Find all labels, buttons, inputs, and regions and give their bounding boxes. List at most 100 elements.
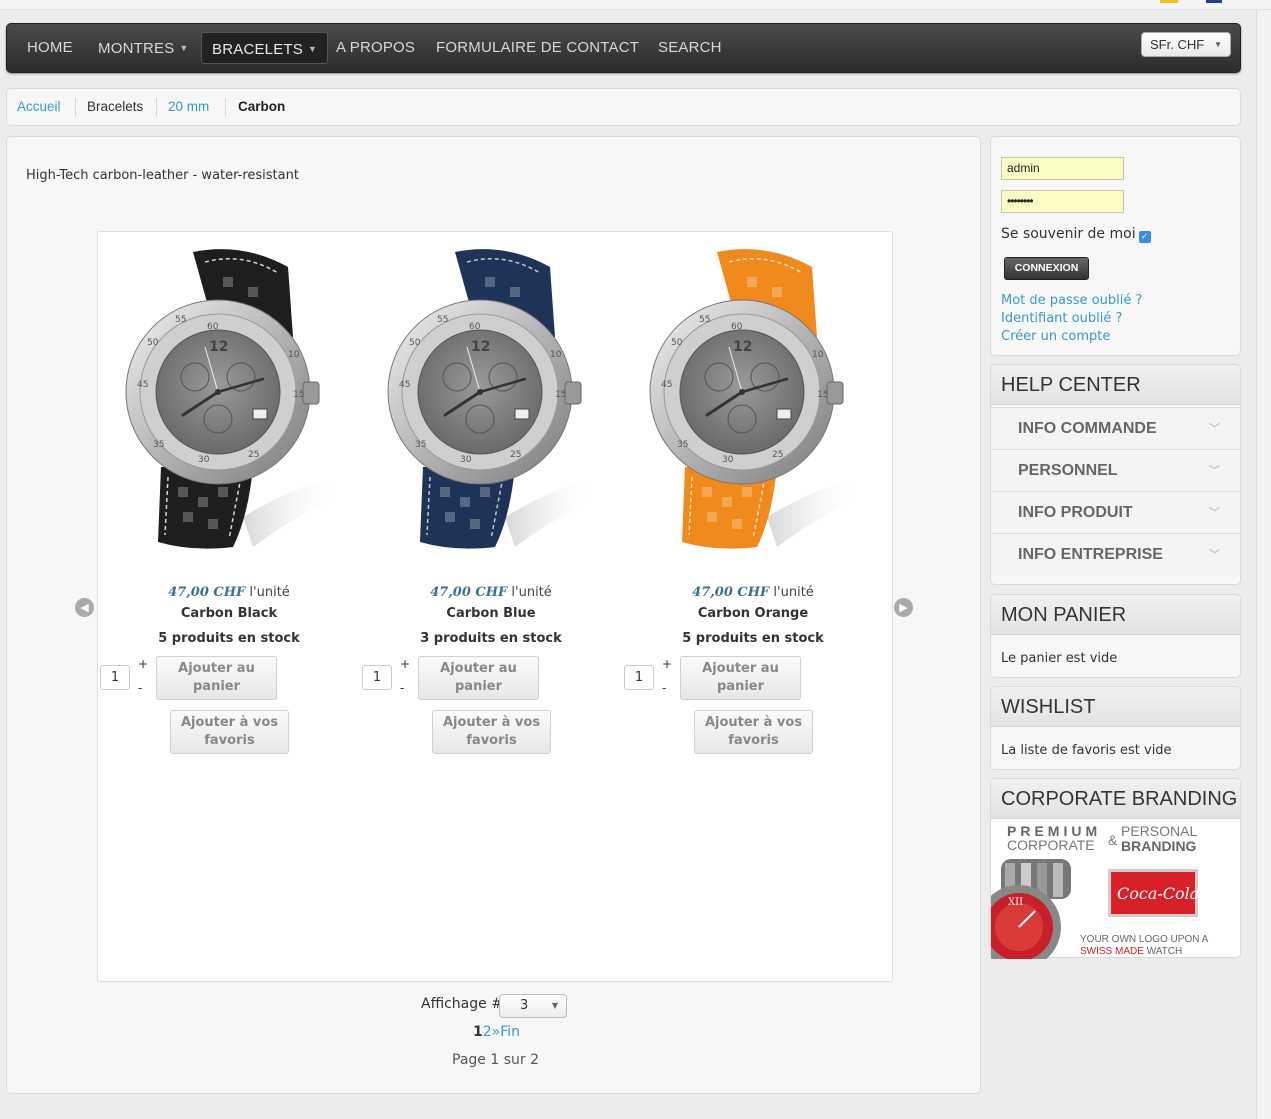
- nav-montres[interactable]: MONTRES ▼: [88, 32, 199, 64]
- nav-contact-form[interactable]: FORMULAIRE DE CONTACT: [426, 32, 649, 64]
- chevron-down-icon: ﹀: [1209, 549, 1220, 561]
- help-center-title: HELP CENTER: [991, 365, 1240, 405]
- product-price-line: 47,00 CHF l'unité: [98, 585, 360, 600]
- top-strip: [0, 0, 1271, 10]
- nav-label: A PROPOS: [336, 39, 416, 56]
- breadcrumb: Accueil Bracelets 20 mm Carbon: [6, 88, 1241, 126]
- accordion-label: INFO PRODUIT: [1018, 504, 1133, 521]
- cart-module: MON PANIER Le panier est vide: [990, 594, 1241, 678]
- product-price: 47,00 CHF: [168, 585, 246, 600]
- language-flag-icon[interactable]: [1206, 0, 1222, 3]
- product-name[interactable]: Carbon Orange: [622, 606, 884, 621]
- remember-me[interactable]: Se souvenir de moi ✓: [1001, 226, 1151, 243]
- nav-label: BRACELETS: [212, 41, 303, 58]
- product-name[interactable]: Carbon Black: [98, 606, 360, 621]
- accordion-info-produit[interactable]: INFO PRODUIT ﹀: [991, 491, 1240, 533]
- svg-text:50: 50: [671, 338, 683, 348]
- add-to-favorites-button[interactable]: Ajouter à vos favoris: [170, 710, 289, 754]
- watch-image: 60 55 50 45 10 15 35 30 25 12: [387, 249, 600, 549]
- page-end-link[interactable]: Fin: [500, 1024, 520, 1040]
- product-image[interactable]: 60 55 50 45 10 15 35 30 25 12: [647, 247, 862, 577]
- quantity-input[interactable]: 1: [362, 665, 392, 690]
- svg-text:45: 45: [137, 380, 148, 390]
- add-to-favorites-button[interactable]: Ajouter à vos favoris: [694, 710, 813, 754]
- svg-text:35: 35: [415, 440, 426, 450]
- product-card: 60 55 50 45 10 15 35 30 25 12 47,00 CHF …: [360, 232, 622, 772]
- svg-text:12: 12: [733, 339, 752, 355]
- accordion-personnel[interactable]: PERSONNEL ﹀: [991, 449, 1240, 491]
- svg-text:45: 45: [399, 380, 410, 390]
- quantity-input[interactable]: 1: [624, 665, 654, 690]
- create-account-link[interactable]: Créer un compte: [1001, 329, 1110, 344]
- page-link-2[interactable]: 2: [483, 1024, 492, 1040]
- svg-text:55: 55: [699, 315, 710, 325]
- branding-banner[interactable]: PREMIUM CORPORATE & PERSONAL BRANDING XI…: [991, 819, 1240, 959]
- breadcrumb-accueil[interactable]: Accueil: [17, 99, 61, 114]
- username-field[interactable]: admin: [1001, 157, 1124, 180]
- quantity-minus-icon[interactable]: -: [400, 681, 404, 695]
- quantity-plus-icon[interactable]: +: [138, 657, 148, 671]
- svg-text:30: 30: [722, 455, 734, 465]
- nav-label: FORMULAIRE DE CONTACT: [436, 39, 640, 56]
- product-stock: 5 produits en stock: [682, 631, 824, 646]
- product-stock: 3 produits en stock: [420, 631, 562, 646]
- nav-a-propos[interactable]: A PROPOS: [326, 32, 425, 64]
- nav-search[interactable]: SEARCH: [648, 32, 732, 64]
- svg-text:55: 55: [175, 315, 186, 325]
- banner-tagline-2: SWISS MADE WATCH: [1080, 946, 1182, 957]
- breadcrumb-separator: [156, 98, 157, 117]
- nav-bracelets[interactable]: BRACELETS ▼: [201, 32, 329, 64]
- wishlist-empty-text: La liste de favoris est vide: [1001, 743, 1172, 758]
- carousel-next-icon[interactable]: ▶: [894, 598, 913, 617]
- forgot-password-link[interactable]: Mot de passe oublié ?: [1001, 293, 1142, 308]
- accordion-label: PERSONNEL: [1018, 462, 1118, 479]
- carousel-prev-icon[interactable]: ◀: [75, 598, 94, 617]
- accordion-info-entreprise[interactable]: INFO ENTREPRISE ﹀: [991, 533, 1240, 575]
- product-image[interactable]: 60 55 50 45 10 15 35 30 25 12: [123, 247, 338, 577]
- accordion-info-commande[interactable]: INFO COMMANDE ﹀: [991, 407, 1240, 449]
- chevron-down-icon: ﹀: [1209, 507, 1220, 519]
- svg-text:10: 10: [812, 350, 824, 360]
- breadcrumb-20mm[interactable]: 20 mm: [168, 99, 209, 114]
- add-to-cart-button[interactable]: Ajouter au panier: [418, 656, 539, 700]
- svg-text:45: 45: [661, 380, 672, 390]
- add-to-favorites-button[interactable]: Ajouter à vos favoris: [432, 710, 551, 754]
- product-stock: 5 produits en stock: [158, 631, 300, 646]
- per-page-select[interactable]: 3 ▼: [499, 994, 567, 1018]
- currency-select[interactable]: SFr. CHF ▼: [1141, 32, 1231, 57]
- svg-text:15: 15: [817, 390, 828, 400]
- add-to-cart-button[interactable]: Ajouter au panier: [680, 656, 801, 700]
- banner-amp: &: [1108, 832, 1118, 848]
- password-field[interactable]: ••••••••: [1001, 190, 1124, 213]
- svg-text:50: 50: [409, 338, 421, 348]
- quantity-plus-icon[interactable]: +: [662, 657, 672, 671]
- banner-logo-text: Coca-Cola: [1117, 884, 1199, 903]
- chevron-down-icon: ▼: [551, 1001, 558, 1010]
- product-name[interactable]: Carbon Blue: [360, 606, 622, 621]
- page-next-link[interactable]: »: [492, 1024, 501, 1040]
- language-flag-icon[interactable]: [1160, 0, 1178, 3]
- quantity-input[interactable]: 1: [100, 665, 130, 690]
- svg-text:10: 10: [288, 350, 300, 360]
- product-unit: l'unité: [773, 585, 814, 600]
- banner-personal: PERSONAL: [1121, 823, 1197, 839]
- wishlist-module: WISHLIST La liste de favoris est vide: [990, 686, 1241, 770]
- main-content: High-Tech carbon-leather - water-resista…: [6, 136, 981, 1094]
- quantity-plus-icon[interactable]: +: [400, 657, 410, 671]
- nav-label: MONTRES: [98, 40, 175, 57]
- nav-home[interactable]: HOME: [17, 32, 83, 64]
- login-button[interactable]: CONNEXION: [1004, 257, 1089, 280]
- product-image[interactable]: 60 55 50 45 10 15 35 30 25 12: [385, 247, 600, 577]
- product-price: 47,00 CHF: [692, 585, 770, 600]
- quantity-minus-icon[interactable]: -: [138, 681, 142, 695]
- svg-text:25: 25: [248, 450, 259, 460]
- quantity-minus-icon[interactable]: -: [662, 681, 666, 695]
- svg-text:60: 60: [469, 322, 481, 332]
- branding-banner-image: PREMIUM CORPORATE & PERSONAL BRANDING XI…: [991, 823, 1209, 959]
- forgot-username-link[interactable]: Identifiant oublié ?: [1001, 311, 1122, 326]
- breadcrumb-separator: [75, 98, 76, 117]
- checkbox-checked-icon[interactable]: ✓: [1138, 231, 1151, 243]
- product-price-line: 47,00 CHF l'unité: [622, 585, 884, 600]
- add-to-cart-button[interactable]: Ajouter au panier: [156, 656, 277, 700]
- currency-value: SFr. CHF: [1150, 37, 1205, 52]
